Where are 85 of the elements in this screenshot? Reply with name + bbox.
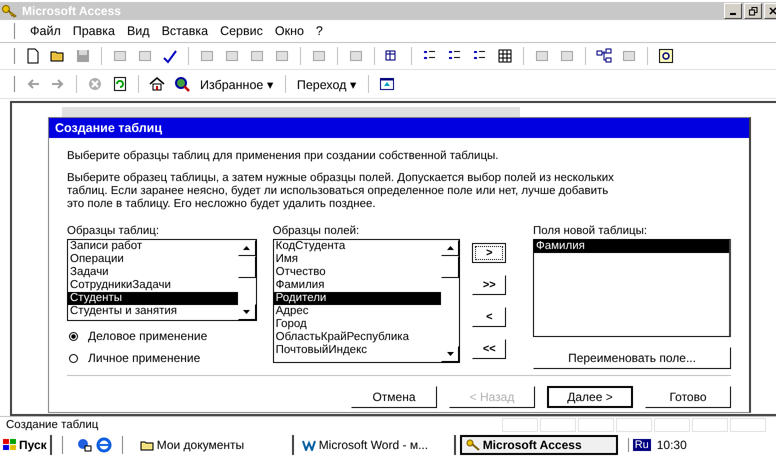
move-button[interactable]: < [472,307,506,327]
list-item[interactable]: Имя [274,253,442,266]
taskbar-button[interactable]: Microsoft Access [460,435,618,455]
browser-icon[interactable] [96,437,112,453]
scroll-up-icon[interactable] [441,240,460,256]
radio-option[interactable]: Личное применение [67,351,257,365]
status-panel [578,418,614,432]
go-menu[interactable]: Переход ▾ [292,76,361,92]
list-item[interactable]: Студенты [68,292,238,305]
grid-icon[interactable] [497,48,513,64]
scroll-up-icon[interactable] [238,240,256,256]
dialog-button[interactable]: Далее > [547,386,633,408]
instructions-text: Выберите образец таблицы, а затем нужные образцы полей. Допускается выбор полей из нескольких таблиц. Если заранее неясно, будет ли использоваться определенное поле или нет, лучше добавить это поле в таблицу. Его несложно будет удалить позднее. [67,172,615,211]
radio-button[interactable] [69,332,78,340]
list-item[interactable]: Записи работ [68,240,238,253]
list-item[interactable]: Фамилия [274,279,442,292]
status-panel [616,418,652,432]
menu-item[interactable]: Вставка [160,24,210,38]
list-item[interactable]: Студенты и занятия [68,305,238,318]
list-item[interactable]: Операции [68,253,238,266]
clock: 10:30 [656,438,687,452]
key-icon [2,4,18,18]
save-icon[interactable] [75,48,91,64]
window-icon[interactable] [378,76,395,92]
list-label: Образцы таблиц: [67,225,160,237]
help-icon[interactable] [658,48,674,64]
language-indicator[interactable]: Ru [632,439,651,451]
list-item[interactable]: ОбластьКрайРеспублика [274,331,442,344]
list-item[interactable]: Задачи [68,266,238,279]
scroll-down-icon[interactable] [238,304,256,320]
search-icon[interactable] [174,76,190,92]
diagram-icon[interactable] [596,48,612,64]
start-button[interactable]: Пуск [0,435,52,455]
radio-label: Личное применение [88,351,200,365]
status-panel [692,418,728,432]
restore-icon[interactable] [744,3,762,19]
minimize-icon[interactable] [724,3,742,19]
status-panel [654,418,690,432]
status-panel [730,418,766,432]
move-button[interactable]: > [472,243,506,263]
folder-icon [140,439,154,451]
new-file-icon[interactable] [25,48,41,64]
move-button[interactable]: >> [472,275,506,295]
list-label: Поля новой таблицы: [533,225,648,237]
menu-item[interactable]: Правка [72,24,116,38]
radio-button[interactable] [69,354,78,362]
dialog-title: Создание таблиц [49,118,749,138]
menu-item[interactable]: ? [314,24,324,38]
windows-logo-icon [3,439,17,451]
desktop-icon[interactable] [76,437,92,453]
home-icon[interactable] [149,76,165,92]
list-label: Образцы полей: [272,225,360,237]
list-item[interactable]: Город [274,318,442,331]
menu-item[interactable]: Файл [29,24,62,38]
dialog-button[interactable]: Отмена [351,386,437,408]
list-item[interactable]: ПочтовыйИндекс [274,344,442,357]
status-text: Создание таблиц [5,419,100,431]
menu-item[interactable]: Окно [274,24,305,38]
list-item[interactable]: Адрес [274,305,442,318]
radio-option[interactable]: Деловое применение [67,329,257,343]
status-panel [502,418,538,432]
word-icon [302,439,316,451]
status-panel [540,418,576,432]
key-icon [466,439,480,451]
favorites-menu[interactable]: Избранное ▾ [196,76,278,92]
spelling-icon[interactable] [162,48,178,64]
menu-item[interactable]: Сервис [219,24,264,38]
list-item[interactable]: Родители [274,292,442,305]
sample-tables-list[interactable]: Записи работ Операции Задачи СотрудникиЗадачи Студенты Студенты и занятия [67,239,257,321]
refresh-icon[interactable] [112,76,128,92]
scroll-thumb[interactable] [441,256,460,278]
list-item[interactable]: СотрудникиЗадачи [68,279,238,292]
new-fields-list[interactable]: Фамилия [533,239,732,337]
dialog-button[interactable]: Готово [645,386,731,408]
menu-item[interactable]: Вид [126,24,151,38]
sample-fields-list[interactable]: КодСтудента Имя Отчество Фамилия Родители Адрес Город ОбластьКрайРеспублика ПочтовыйИндекс [272,239,460,363]
scroll-thumb[interactable] [238,256,256,278]
rename-field-button[interactable]: Переименовать поле... [533,347,732,369]
list-item[interactable]: КодСтудента [274,240,442,253]
move-button[interactable]: << [472,339,506,359]
list-item[interactable]: Фамилия [534,240,730,253]
intro-text: Выберите образцы таблиц для применения при создании собственной таблицы. [67,150,500,162]
scroll-down-icon[interactable] [441,346,460,362]
list-item[interactable]: Отчество [274,266,442,279]
radio-label: Деловое применение [88,329,208,343]
